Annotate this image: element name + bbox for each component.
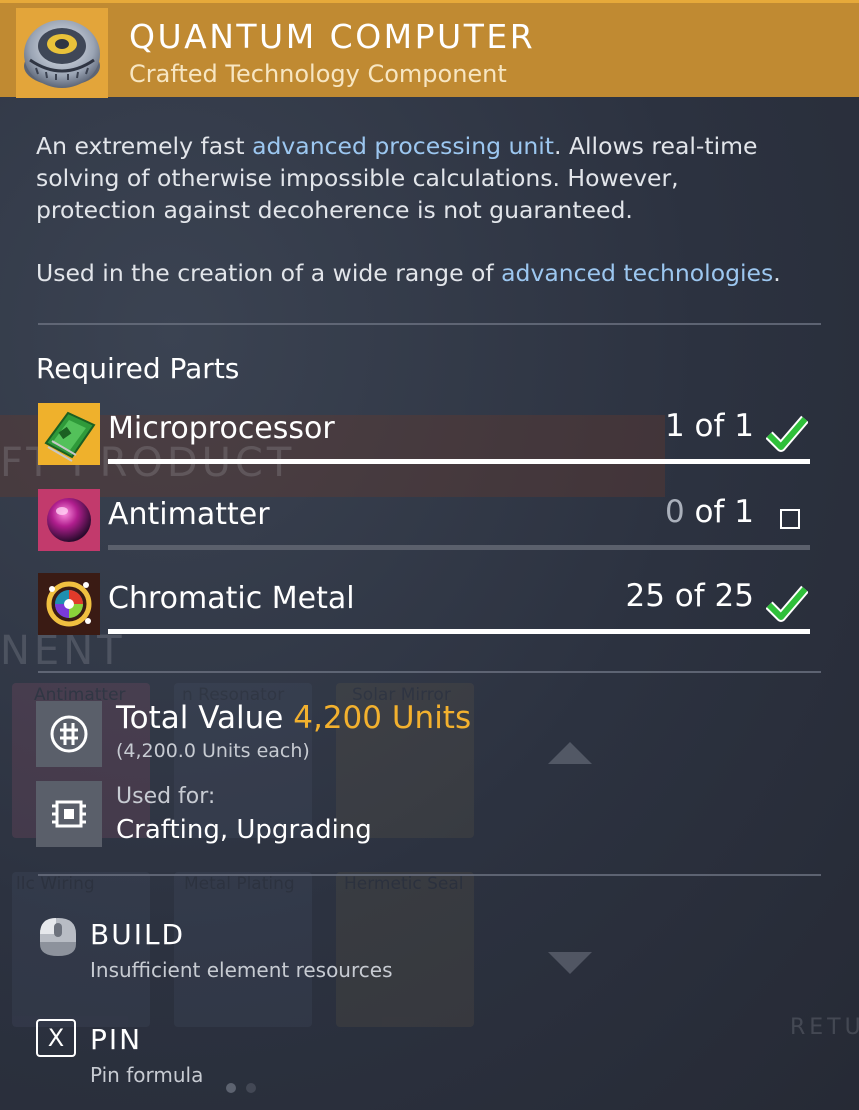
required-part-row[interactable]: Microprocessor 1 of 1 [38, 403, 810, 467]
item-usage-description: Used in the creation of a wide range of … [36, 259, 781, 287]
page-dot [226, 1083, 236, 1093]
description-link-technologies[interactable]: advanced technologies [501, 259, 773, 287]
total-value-amount: 4,200 Units [293, 700, 472, 736]
part-count: 0 of 1 [664, 494, 754, 530]
item-detail-screen: FT PRODUCT NENT RETU Antimatter n Resona… [0, 0, 859, 1110]
part-progress-bar [108, 545, 810, 550]
part-progress-bar [108, 629, 810, 634]
pin-description: Pin formula [90, 1063, 204, 1087]
required-parts-heading: Required Parts [36, 352, 240, 385]
divider [38, 323, 821, 325]
microprocessor-icon [38, 403, 100, 465]
required-part-row[interactable]: Chromatic Metal 25 of 25 [38, 573, 810, 637]
part-name: Chromatic Metal [108, 581, 355, 616]
pin-action[interactable]: PIN [90, 1023, 142, 1056]
divider [38, 671, 821, 673]
units-icon-frame [36, 701, 102, 767]
divider [38, 874, 821, 876]
background-tile: Hermetic Seal [336, 872, 474, 1027]
item-description: An extremely fast advanced processing un… [36, 132, 758, 224]
item-category: Crafted Technology Component [129, 60, 507, 88]
part-name: Microprocessor [108, 411, 335, 446]
x-key-icon: X [36, 1019, 76, 1057]
part-progress-bar [108, 459, 810, 464]
chip-icon-frame [36, 781, 102, 847]
part-count: 1 of 1 [664, 408, 754, 444]
mouse-icon [40, 918, 76, 956]
units-icon [50, 715, 88, 753]
check-icon [766, 585, 808, 622]
chromatic-metal-icon [38, 573, 100, 635]
part-name: Antimatter [108, 497, 270, 532]
build-action[interactable]: BUILD [90, 918, 185, 951]
unit-value: (4,200.0 Units each) [116, 740, 310, 762]
item-title: QUANTUM COMPUTER [129, 17, 536, 56]
total-value: Total Value 4,200 Units [116, 700, 472, 736]
used-for-label: Used for: [116, 784, 216, 809]
used-for-value: Crafting, Upgrading [116, 815, 372, 845]
build-status: Insufficient element resources [90, 958, 393, 982]
scroll-down-icon[interactable] [548, 952, 592, 974]
antimatter-icon [38, 489, 100, 551]
background-tile: Metal Plating [174, 872, 312, 1027]
chip-icon [52, 800, 86, 828]
quantum-computer-icon [24, 20, 100, 88]
page-dot [246, 1083, 256, 1093]
check-icon [766, 415, 808, 452]
background-label-return: RETU [790, 1015, 859, 1040]
description-link-processing-unit[interactable]: advanced processing unit [252, 132, 554, 160]
item-icon-frame [16, 8, 108, 98]
unchecked-box-icon [780, 509, 800, 529]
item-header: QUANTUM COMPUTER Crafted Technology Comp… [0, 0, 859, 98]
required-part-row[interactable]: Antimatter 0 of 1 [38, 489, 810, 553]
part-count: 25 of 25 [625, 578, 755, 614]
scroll-up-icon[interactable] [548, 742, 592, 764]
